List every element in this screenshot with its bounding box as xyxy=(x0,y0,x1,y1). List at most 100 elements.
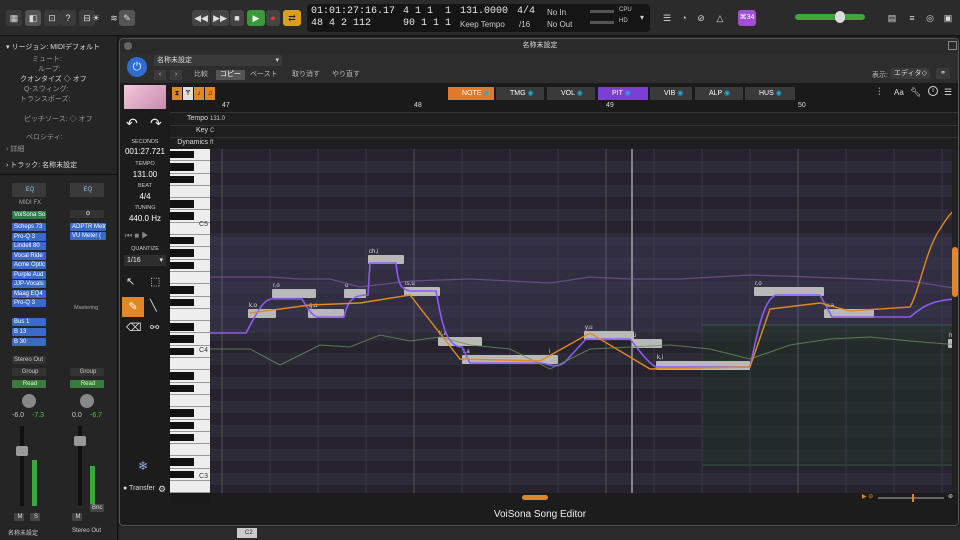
track-header[interactable]: › トラック: 名称未設定 xyxy=(0,160,118,170)
prev-icon[interactable]: ‹ xyxy=(154,70,166,80)
detail-row[interactable]: › 詳細 xyxy=(0,144,118,154)
copy-button[interactable]: コピー xyxy=(216,70,245,80)
line-tool-icon[interactable]: ╲ xyxy=(150,299,157,312)
select-tool-icon[interactable]: ⬚ xyxy=(150,275,160,288)
automation-slot[interactable]: Read xyxy=(12,380,46,388)
redo-icon[interactable]: ↷ xyxy=(150,115,162,132)
mute-button[interactable]: M xyxy=(72,513,82,521)
solo-button[interactable]: S xyxy=(30,513,40,521)
black-key[interactable] xyxy=(170,261,194,270)
pitchsource-row[interactable]: ピッチソース: ◇ オフ xyxy=(0,114,118,124)
plugin-slot[interactable]: ADPTR Metr xyxy=(70,223,106,231)
send-slot[interactable]: Bus 1 xyxy=(12,318,46,326)
tab-note[interactable]: NOTE ◉ xyxy=(448,87,494,100)
plugin-slot[interactable]: Pro-Q 3 xyxy=(12,299,46,307)
black-key[interactable] xyxy=(170,237,194,245)
volume-knob[interactable] xyxy=(835,11,845,23)
group-slot[interactable]: Group xyxy=(70,368,104,376)
black-key[interactable] xyxy=(170,298,194,306)
tab-hus[interactable]: HUS ◉ xyxy=(745,87,795,100)
cycle-button[interactable]: ⇄ xyxy=(283,10,301,26)
piano-keyboard[interactable]: C5 C4 C3 xyxy=(170,149,210,493)
tempo-row-value[interactable]: 131.0 xyxy=(210,113,225,125)
record-button[interactable]: ● xyxy=(266,10,280,26)
key-row-value[interactable]: C xyxy=(210,125,214,137)
black-key[interactable] xyxy=(170,163,194,171)
black-key[interactable] xyxy=(170,286,194,294)
notes-icon[interactable]: ▤ xyxy=(884,10,900,26)
quick-help-icon[interactable]: ⊡ xyxy=(44,10,60,26)
tab-pit[interactable]: PIT ◉ xyxy=(598,87,648,100)
send-slot[interactable]: B 13 xyxy=(12,328,46,336)
automation-slot[interactable]: Read xyxy=(70,380,104,388)
skip-back-icon[interactable]: ⏮ ■ ▶ xyxy=(125,231,149,241)
eq-thumbnail[interactable]: EQ xyxy=(70,183,104,197)
wrench-icon[interactable]: 🔧︎ xyxy=(910,87,921,98)
tuner-icon[interactable]: ◔ xyxy=(676,10,692,26)
plugin-slot[interactable]: JJP-Vocals xyxy=(12,280,46,288)
timeline-ruler[interactable]: 47 48 49 50 xyxy=(170,101,958,113)
editors-icon[interactable]: ✎ xyxy=(119,10,135,26)
next-icon[interactable]: › xyxy=(170,70,182,80)
black-key[interactable] xyxy=(170,212,194,220)
stop-button[interactable]: ■ xyxy=(230,10,244,26)
plugin-slot[interactable]: Lindell 80 xyxy=(12,242,46,250)
white-key[interactable] xyxy=(170,309,210,322)
plugin-slot[interactable]: VU Meter ( xyxy=(70,232,106,240)
eq-thumbnail[interactable]: EQ xyxy=(12,183,46,197)
white-key[interactable] xyxy=(170,272,210,285)
eye-icon[interactable]: ◉ xyxy=(675,90,683,97)
black-key[interactable] xyxy=(170,470,194,479)
pan-knob[interactable] xyxy=(22,394,36,408)
output-slot[interactable]: Stereo Out xyxy=(12,356,46,364)
tab-vol[interactable]: VOL ◉ xyxy=(547,87,595,100)
black-key[interactable] xyxy=(170,384,194,393)
zoom-handle[interactable] xyxy=(912,494,914,502)
list-icon[interactable]: ☰ xyxy=(659,10,675,26)
singer-avatar[interactable] xyxy=(124,85,166,109)
metronome-icon[interactable]: △ xyxy=(712,10,728,26)
eye-icon[interactable]: ◉ xyxy=(526,90,534,97)
white-key[interactable] xyxy=(170,481,210,493)
info-icon[interactable]: i xyxy=(928,86,938,96)
paste-button[interactable]: ペースト xyxy=(246,70,282,80)
help-icon[interactable]: ? xyxy=(60,10,76,26)
lcd-display[interactable]: 01:01:27:16.17 4 1 1 1 48 4 2 112 90 1 1… xyxy=(307,4,650,32)
fader-handle[interactable] xyxy=(74,436,86,446)
black-key[interactable] xyxy=(170,372,194,380)
badge-button[interactable]: ⌘34 xyxy=(738,10,756,26)
settings-icon[interactable]: ☀ xyxy=(88,10,104,26)
mixer-icon[interactable]: ⫶ xyxy=(878,87,881,98)
zoom-in-icon[interactable]: ⊕ xyxy=(948,493,953,500)
library-icon[interactable]: ▦ xyxy=(6,10,22,26)
white-key[interactable] xyxy=(170,444,210,457)
link-tool-icon[interactable]: ⚯ xyxy=(150,321,159,334)
font-size-button[interactable]: Aa xyxy=(894,88,904,97)
rewind-button[interactable]: ◀◀ xyxy=(192,10,210,26)
count-in-icon[interactable]: ⊘ xyxy=(693,10,709,26)
power-icon[interactable]: ⏻ xyxy=(127,57,147,77)
compare-button[interactable]: 比較 xyxy=(190,70,212,80)
eye-icon[interactable]: ◉ xyxy=(623,90,631,97)
black-key[interactable] xyxy=(170,347,194,356)
black-key[interactable] xyxy=(170,409,194,417)
black-key[interactable] xyxy=(170,421,194,429)
piano-roll[interactable]: k,o r,o g,a o ch,i ts,u k,a r,a i y,u u k,i r,o w,a h xyxy=(210,149,958,493)
black-key[interactable] xyxy=(170,175,194,183)
undo-icon[interactable]: ↶ xyxy=(126,115,138,132)
browser-icon[interactable]: ▣ xyxy=(940,10,956,26)
vertical-scrollbar[interactable] xyxy=(952,149,958,493)
menu-icon[interactable]: ☰ xyxy=(944,87,952,98)
play-button[interactable]: ▶ xyxy=(247,10,265,26)
plugin-slot[interactable]: Maag EQ4 xyxy=(12,289,46,298)
redo-button[interactable]: やり直す xyxy=(328,70,364,80)
midi-fx-slot[interactable]: MIDI FX xyxy=(12,199,46,207)
black-key[interactable] xyxy=(170,433,194,442)
master-volume-slider[interactable] xyxy=(795,11,865,23)
expand-icon[interactable] xyxy=(948,41,957,50)
black-key[interactable] xyxy=(170,323,194,331)
tab-alp[interactable]: ALP ◉ xyxy=(695,87,743,100)
zoom-icon[interactable]: ▶ ⊖ xyxy=(862,493,873,500)
dynamics-row-value[interactable]: ff xyxy=(210,137,213,149)
plugin-slot[interactable]: Pro-Q 3 xyxy=(12,232,46,241)
